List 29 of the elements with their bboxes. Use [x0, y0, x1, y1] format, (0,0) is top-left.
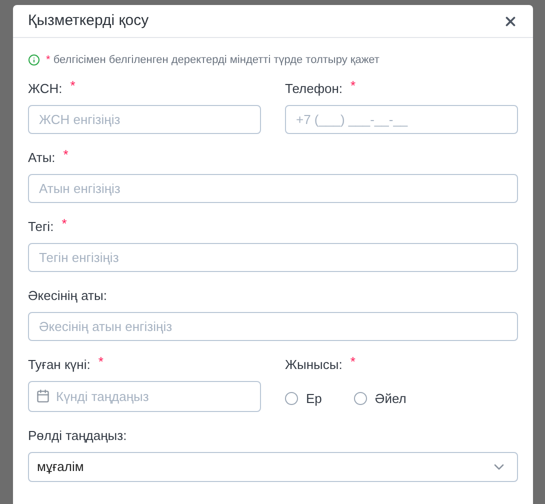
date-field[interactable]: Күнді таңдаңыз: [28, 381, 261, 412]
text-field[interactable]: Атын енгізіңіз: [28, 174, 518, 203]
field-label: Телефон:: [285, 80, 343, 98]
calendar-icon: [36, 389, 50, 403]
field-label: Туған күні:: [28, 356, 90, 374]
dialog-title: Қызметкерді қосу: [28, 10, 149, 31]
required-mark: *: [63, 148, 68, 161]
field-label: ЖСН:: [28, 80, 62, 98]
role-select[interactable]: мұғалім: [28, 452, 518, 482]
radio-button[interactable]: [285, 392, 298, 405]
required-note: * белгісімен белгіленген деректерді міндетті түрде толтыру қажет: [46, 52, 380, 68]
radio-option[interactable]: Ер: [285, 388, 322, 408]
text-field[interactable]: Әкесінің атын енгізіңіз: [28, 312, 518, 341]
radio-button[interactable]: [354, 392, 367, 405]
required-mark: *: [62, 217, 67, 230]
field-label: Рөлді таңдаңыз:: [28, 427, 127, 445]
text-field[interactable]: Тегін енгізіңіз: [28, 243, 518, 272]
text-field[interactable]: ЖСН енгізіңіз: [28, 105, 261, 134]
text-field[interactable]: +7 (___) ___-__-__: [285, 105, 518, 134]
field-label: Тегі:: [28, 218, 54, 236]
info-icon: [28, 54, 40, 66]
field-label: Әкесінің аты:: [28, 287, 107, 305]
required-mark: *: [350, 355, 356, 368]
field-label: Аты:: [28, 149, 56, 167]
radio-option[interactable]: Әйел: [354, 388, 406, 408]
required-mark: *: [98, 355, 104, 368]
required-mark: *: [70, 79, 76, 92]
field-label: Жынысы:: [285, 356, 342, 374]
required-mark: *: [350, 79, 356, 92]
